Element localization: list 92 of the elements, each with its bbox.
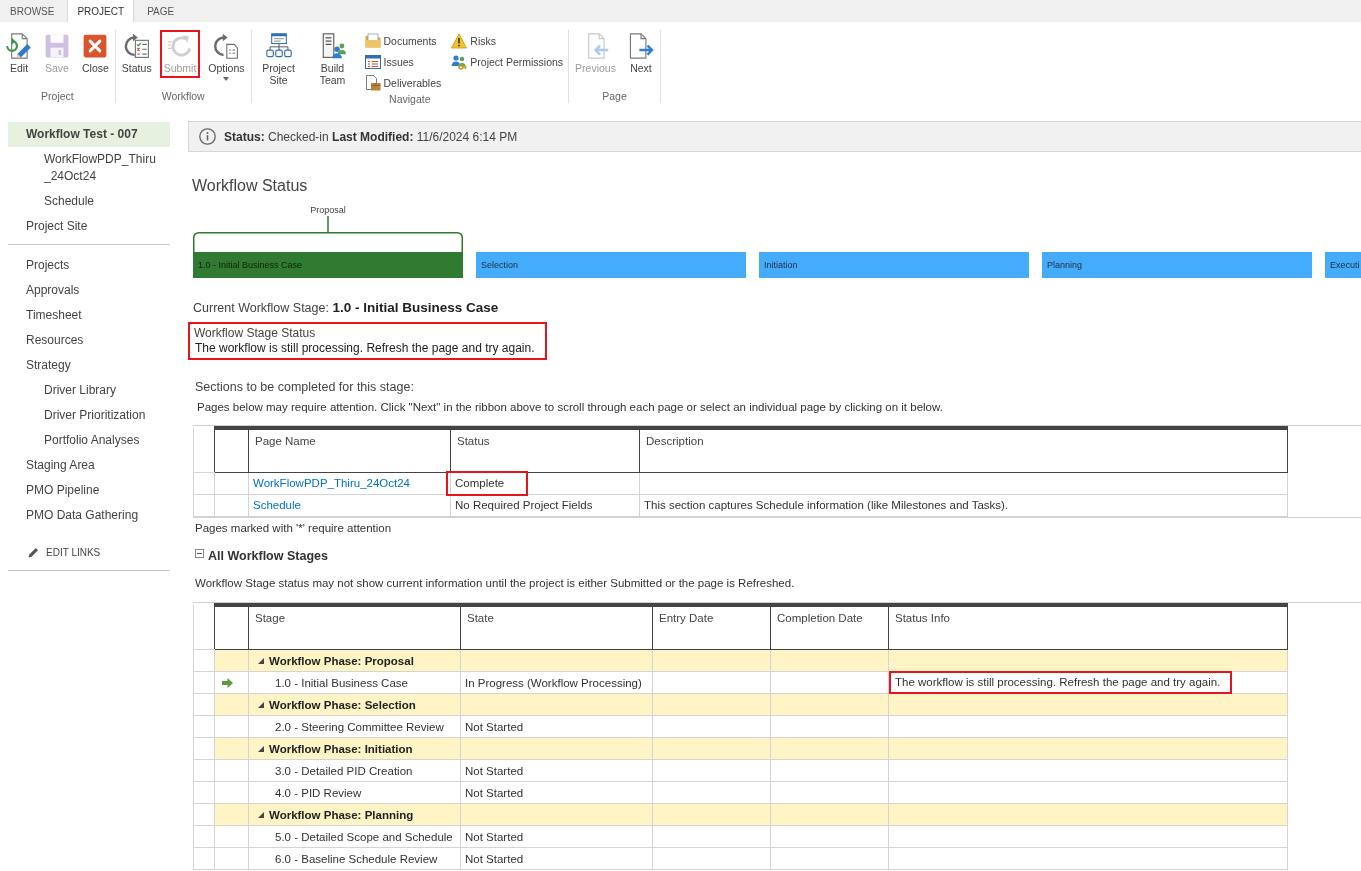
sections-title: Sections to be completed for this stage:: [195, 380, 415, 395]
state-text: Not Started: [465, 830, 524, 843]
state-text: Not Started: [465, 764, 524, 777]
stage-segment: Planning: [1042, 252, 1312, 278]
status-text: Status: Checked-in Last Modified: 11/6/2024 6:14 PM: [224, 129, 518, 144]
expand-triangle-icon[interactable]: [258, 811, 264, 818]
ribbon-button[interactable]: Edit: [2, 30, 36, 78]
warning-icon: [451, 32, 468, 49]
section-title: Workflow Status: [192, 176, 309, 196]
footnote-text: Pages marked with '*' require attention: [195, 520, 393, 535]
folder-icon: [364, 32, 381, 49]
circular-arrow-icon: [167, 33, 193, 59]
edit-links-link[interactable]: EDIT LINKS: [28, 540, 101, 565]
nav-link[interactable]: Driver Library: [8, 378, 170, 403]
state-text: In Progress (Workflow Processing): [465, 676, 642, 689]
ribbon-tab[interactable]: PAGE: [137, 0, 185, 22]
description-text: This section captures Schedule information (like Milestones and Tasks).: [644, 499, 1009, 511]
people-key-icon: [451, 53, 468, 70]
pencil-icon: [28, 547, 39, 558]
stage-text: 5.0 - Detailed Scope and Schedule: [275, 830, 453, 843]
nav-link[interactable]: Workflow Test - 007: [8, 122, 170, 147]
ribbon-button[interactable]: Next: [623, 30, 658, 78]
stage-text: 6.0 - Baseline Schedule Review: [275, 852, 438, 865]
document-box-icon: [364, 74, 381, 91]
nav-link[interactable]: Timesheet: [8, 303, 170, 328]
group-label: Project: [40, 90, 75, 103]
stage-segment: Executi: [1325, 252, 1361, 278]
stage-segment: 1.0 - Initial Business Case: [193, 252, 463, 278]
info-icon: [199, 128, 216, 145]
pencil-document-icon: [6, 33, 32, 59]
sections-hint: Pages below may require attention. Click "Next" in the ribbon above to scroll through each page or select an individual page by clicking on it below.: [197, 400, 944, 414]
stage-text: 1.0 - Initial Business Case: [275, 676, 408, 689]
nav-link[interactable]: PMO Data Gathering: [8, 503, 170, 528]
ribbon-button[interactable]: Risks: [448, 30, 567, 51]
ribbon-button[interactable]: Options: [204, 30, 249, 85]
collapse-icon[interactable]: [195, 549, 204, 558]
phase-heading: Workflow Phase: Planning: [269, 808, 414, 821]
nav-link[interactable]: PMO Pipeline: [8, 478, 170, 503]
stages-title: All Workflow Stages: [208, 549, 328, 563]
circular-arrow-document-icon: [213, 33, 240, 59]
group-label: Navigate: [388, 93, 432, 106]
stage-segment: Initiation: [759, 252, 1029, 278]
stage-status-message: The workflow is still processing. Refresh the page and try again.: [195, 341, 535, 356]
nav-link[interactable]: Project Site: [8, 214, 170, 239]
nav-link[interactable]: Schedule: [8, 189, 170, 214]
nav-link[interactable]: Approvals: [8, 278, 170, 303]
stage-text: 4.0 - PID Review: [275, 786, 362, 799]
expand-triangle-icon[interactable]: [258, 701, 264, 708]
ribbon-button[interactable]: Documents: [361, 30, 445, 51]
document-right-arrow-icon: [627, 33, 654, 59]
expand-triangle-icon[interactable]: [258, 657, 264, 664]
ribbon-button[interactable]: Deliverables: [361, 72, 445, 93]
ribbon-button[interactable]: Project Permissions: [448, 51, 567, 72]
phase-heading: Workflow Phase: Proposal: [269, 654, 414, 667]
phase-heading: Workflow Phase: Initiation: [269, 742, 413, 755]
close-icon: [82, 33, 109, 59]
stage-text: 2.0 - Steering Committee Review: [275, 720, 444, 733]
state-text: Not Started: [465, 852, 524, 865]
group-label: Page: [601, 90, 628, 103]
page-link[interactable]: Schedule: [253, 499, 301, 511]
nav-link[interactable]: Resources: [8, 328, 170, 353]
ribbon-tab[interactable]: PROJECT: [67, 0, 135, 22]
current-stage-text: Current Workflow Stage: 1.0 - Initial Business Case: [193, 300, 500, 316]
stages-note: Workflow Stage status may not show current information until the project is either Submitted or the page is Refreshed.: [195, 575, 796, 590]
status-text: Complete: [446, 470, 529, 496]
nav-link[interactable]: WorkFlowPDP_Thiru_24Oct24: [8, 147, 170, 189]
circular-arrow-checklist-icon: [123, 33, 150, 59]
caret-icon: [223, 77, 230, 81]
ribbon-button[interactable]: Build Team: [307, 30, 358, 90]
state-text: Not Started: [465, 786, 524, 799]
group-label: Workflow: [160, 90, 206, 103]
stage-text: 3.0 - Detailed PID Creation: [275, 764, 413, 777]
expand-triangle-icon[interactable]: [258, 745, 264, 752]
status-text: No Required Project Fields: [455, 497, 593, 513]
status-info-text: The workflow is still processing. Refresh the page and try again.: [889, 671, 1233, 694]
stage-segment: Selection: [476, 252, 746, 278]
nav-link[interactable]: Portfolio Analyses: [8, 428, 170, 453]
sitemap-icon: [265, 33, 292, 59]
phase-label: Proposal: [310, 205, 346, 216]
ribbon-button[interactable]: Project Site: [253, 30, 304, 90]
ribbon-button[interactable]: Issues: [361, 51, 445, 72]
phase-heading: Workflow Phase: Selection: [269, 698, 416, 711]
nav-link[interactable]: Strategy: [8, 353, 170, 378]
ribbon-button[interactable]: Close: [78, 30, 113, 78]
nav-link[interactable]: Staging Area: [8, 453, 170, 478]
nav-link[interactable]: Driver Prioritization: [8, 403, 170, 428]
ribbon-tab[interactable]: BROWSE: [0, 0, 65, 22]
nav-link[interactable]: Projects: [8, 253, 170, 278]
state-text: Not Started: [465, 720, 524, 733]
ribbon-button[interactable]: Status: [117, 30, 156, 78]
list-window-icon: [364, 53, 381, 70]
stage-status-label: Workflow Stage Status: [194, 326, 317, 341]
